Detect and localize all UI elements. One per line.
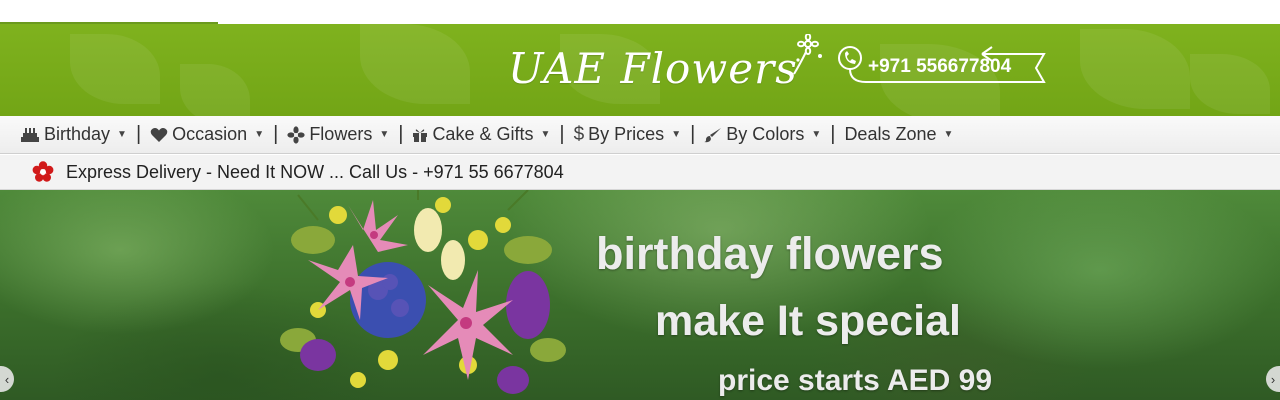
nav-label: Deals Zone	[844, 124, 937, 144]
caret-down-icon: ▼	[811, 129, 822, 140]
logo-flower-icon	[790, 33, 826, 81]
nav-divider: |	[690, 123, 696, 145]
caret-down-icon: ▼	[254, 129, 265, 140]
hero-subheadline: make It special	[655, 297, 961, 345]
red-flower-icon	[32, 161, 54, 183]
hero-price: price starts AED 99	[718, 364, 993, 397]
nav-flowers[interactable]: Flowers ▼	[287, 124, 389, 145]
background-leaf	[180, 64, 250, 116]
header-phone-number[interactable]: +971 556677804	[868, 56, 1011, 78]
main-nav: Birthday ▼ | Occasion ▼ | Flowers ▼ | Ca…	[0, 116, 1280, 154]
gift-icon	[412, 127, 428, 143]
carousel-prev-button[interactable]: ‹	[0, 366, 14, 392]
hero-headline: birthday flowers	[596, 228, 944, 279]
nav-label: Cake & Gifts	[432, 124, 534, 144]
nav-cake-gifts[interactable]: Cake & Gifts ▼	[412, 124, 550, 145]
background-leaf	[70, 34, 160, 104]
background-leaf	[1080, 29, 1190, 109]
background-leaf	[360, 24, 470, 104]
nav-divider: |	[559, 123, 565, 145]
caret-down-icon: ▼	[117, 129, 127, 140]
site-header: UAE Flowers +971 556677804	[0, 24, 1280, 116]
carousel-next-button[interactable]: ›	[1266, 366, 1280, 392]
cake-icon	[20, 127, 40, 143]
chevron-right-icon: ›	[1270, 371, 1276, 387]
hero-banner[interactable]: birthday flowers make It special price s…	[0, 190, 1280, 400]
background-leaf	[1190, 54, 1270, 114]
header-phone[interactable]: +971 556677804	[836, 44, 1050, 86]
nav-by-prices[interactable]: $ By Prices ▼	[574, 124, 682, 146]
site-logo[interactable]: UAE Flowers	[508, 44, 798, 93]
nav-birthday[interactable]: Birthday ▼	[20, 124, 127, 145]
nav-divider: |	[273, 123, 279, 145]
caret-down-icon: ▼	[671, 129, 682, 140]
heart-icon	[150, 127, 168, 143]
nav-label: Flowers	[309, 124, 373, 144]
nav-divider: |	[135, 123, 142, 145]
nav-label: Occasion	[172, 124, 248, 144]
nav-label: By Prices	[588, 124, 665, 144]
nav-divider: |	[398, 123, 404, 145]
top-strip	[0, 0, 1280, 24]
caret-down-icon: ▼	[540, 129, 551, 140]
caret-down-icon: ▼	[943, 129, 954, 140]
dollar-icon: $	[573, 123, 585, 145]
nav-occasion[interactable]: Occasion ▼	[150, 124, 264, 145]
nav-label: Birthday	[44, 124, 111, 144]
nav-divider: |	[830, 123, 836, 145]
nav-deals-zone[interactable]: Deals Zone ▼	[844, 124, 953, 145]
brush-icon	[704, 127, 722, 143]
flower-icon	[287, 125, 305, 144]
chevron-left-icon: ‹	[4, 371, 10, 387]
flower-bouquet-image	[278, 190, 578, 400]
express-delivery-bar: Express Delivery - Need It NOW ... Call …	[0, 155, 1280, 190]
caret-down-icon: ▼	[379, 129, 390, 140]
nav-label: By Colors	[726, 124, 805, 144]
nav-by-colors[interactable]: By Colors ▼	[704, 124, 821, 145]
express-delivery-text[interactable]: Express Delivery - Need It NOW ... Call …	[66, 162, 564, 183]
